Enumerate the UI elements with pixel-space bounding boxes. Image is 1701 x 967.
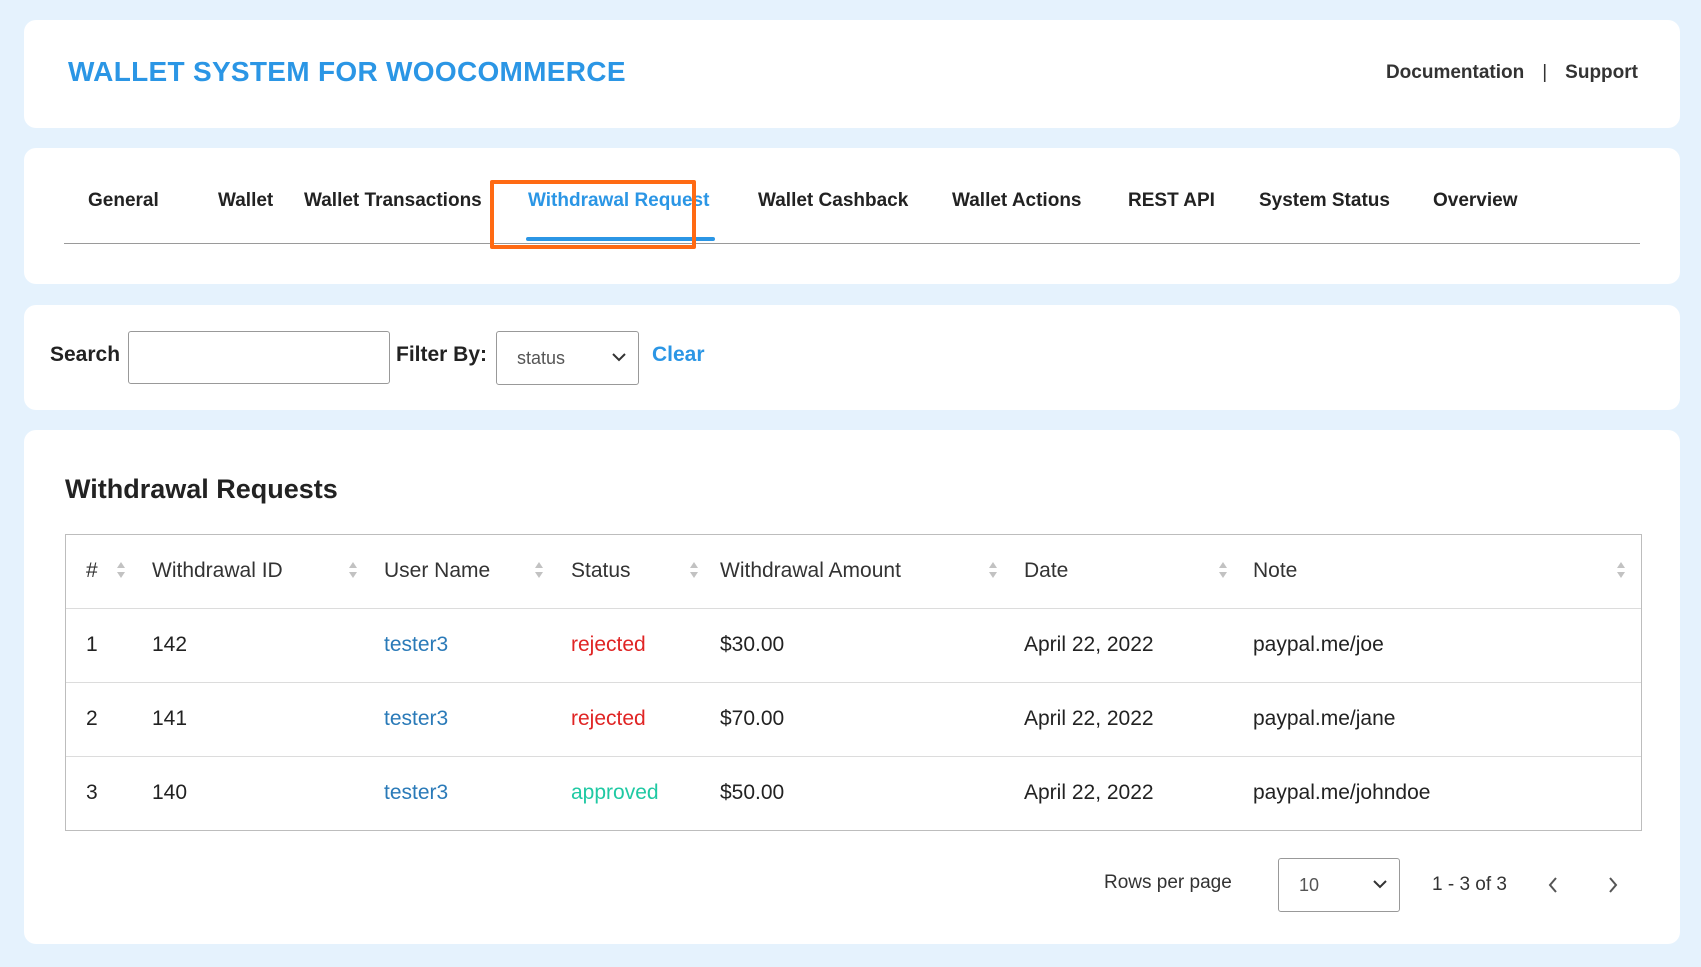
previous-page-button[interactable] [1540,870,1566,900]
withdrawal-note: paypal.me/jane [1253,707,1396,730]
table-row: 2 141 tester3 rejected $70.00 April 22, … [66,683,1641,757]
sort-icon[interactable] [689,559,699,581]
table-row: 3 140 tester3 approved $50.00 April 22, … [66,757,1641,831]
withdrawal-date: April 22, 2022 [1024,633,1154,656]
user-name-link[interactable]: tester3 [384,781,448,805]
column-header-note[interactable]: Note [1253,559,1297,583]
sort-icon[interactable] [116,559,126,581]
tab-wallet-cashback[interactable]: Wallet Cashback [758,190,908,212]
row-number: 3 [86,781,98,804]
sort-icon[interactable] [348,559,358,581]
withdrawal-id: 140 [152,781,188,804]
sort-icon[interactable] [534,559,544,581]
withdrawal-date: April 22, 2022 [1024,707,1154,730]
table-header-row: # Withdrawal ID User Name Status Withdra… [66,535,1641,609]
tab-rest-api[interactable]: REST API [1128,190,1215,212]
active-tab-highlight [490,180,696,249]
tab-bar: General Wallet Wallet Transactions Withd… [64,148,1640,244]
sort-icon[interactable] [1218,559,1228,581]
rows-per-page-select[interactable]: 10 [1278,858,1400,912]
search-input[interactable] [128,331,390,384]
status-badge: rejected [571,633,646,656]
tab-wallet-actions[interactable]: Wallet Actions [952,190,1082,212]
user-name-link[interactable]: tester3 [384,707,448,731]
chevron-left-icon [1548,877,1557,893]
sort-icon[interactable] [988,559,998,581]
column-header-withdrawal-amount[interactable]: Withdrawal Amount [720,559,901,583]
rows-per-page-label: Rows per page [1104,872,1232,893]
withdrawal-id: 142 [152,633,188,656]
section-title: Withdrawal Requests [65,474,338,504]
status-badge: rejected [571,707,646,730]
withdrawal-table: # Withdrawal ID User Name Status Withdra… [65,534,1642,831]
tab-general[interactable]: General [88,190,159,212]
column-header-number[interactable]: # [86,559,98,583]
column-header-user-name[interactable]: User Name [384,559,490,583]
tabs-card: General Wallet Wallet Transactions Withd… [24,148,1680,284]
status-filter-select[interactable]: status [496,331,639,385]
support-link[interactable]: Support [1565,62,1638,84]
chevron-down-icon [610,348,628,371]
row-number: 2 [86,707,98,730]
withdrawal-note: paypal.me/johndoe [1253,781,1431,804]
column-header-withdrawal-id[interactable]: Withdrawal ID [152,559,283,583]
column-header-date[interactable]: Date [1024,559,1068,583]
rows-per-page-value: 10 [1299,875,1320,895]
user-name-link[interactable]: tester3 [384,633,448,657]
withdrawal-note: paypal.me/joe [1253,633,1384,656]
clear-button[interactable]: Clear [652,343,705,367]
status-filter-value: status [517,348,566,368]
withdrawal-amount: $50.00 [720,781,785,804]
chevron-right-icon [1609,877,1618,893]
tab-system-status[interactable]: System Status [1259,190,1390,212]
row-number: 1 [86,633,98,656]
pagination-range: 1 - 3 of 3 [1432,874,1507,895]
header-separator: | [1542,62,1548,83]
documentation-link[interactable]: Documentation [1386,62,1524,84]
next-page-button[interactable] [1600,870,1626,900]
search-label: Search [50,343,121,366]
table-card: Withdrawal Requests # Withdrawal ID User… [24,430,1680,944]
chevron-down-icon [1371,875,1389,898]
filter-by-label: Filter By: [396,343,488,366]
tab-wallet[interactable]: Wallet [218,190,273,212]
filter-card: Search Filter By: status Clear [24,305,1680,410]
tab-overview[interactable]: Overview [1433,190,1518,212]
sort-icon[interactable] [1616,559,1626,581]
app-title: WALLET SYSTEM FOR WOOCOMMERCE [68,56,626,87]
tab-wallet-transactions[interactable]: Wallet Transactions [304,190,482,212]
header-links: Documentation | Support [1386,62,1638,84]
column-header-status[interactable]: Status [571,559,631,583]
withdrawal-id: 141 [152,707,188,730]
withdrawal-amount: $70.00 [720,707,785,730]
withdrawal-date: April 22, 2022 [1024,781,1154,804]
header-card: WALLET SYSTEM FOR WOOCOMMERCE Documentat… [24,20,1680,128]
table-row: 1 142 tester3 rejected $30.00 April 22, … [66,609,1641,683]
withdrawal-amount: $30.00 [720,633,785,656]
status-badge: approved [571,781,659,804]
